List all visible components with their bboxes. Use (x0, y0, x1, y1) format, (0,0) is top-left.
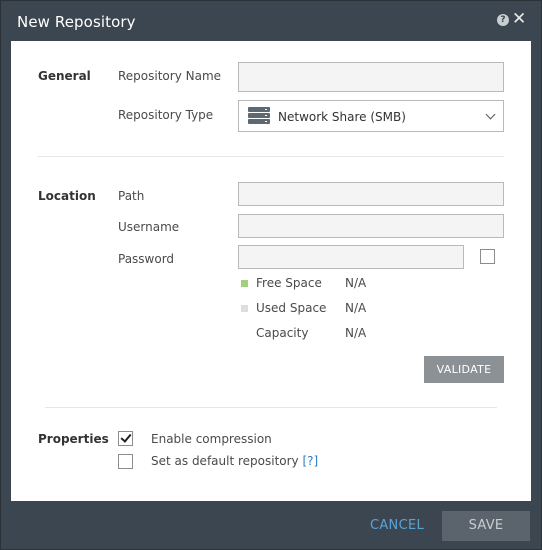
default-repository-help-link[interactable]: [?] (302, 454, 318, 468)
repository-type-select[interactable]: Network Share (SMB) (238, 100, 504, 132)
general-section-title: General (38, 69, 91, 83)
free-space-value: N/A (345, 276, 367, 290)
close-icon[interactable]: ✕ (512, 10, 526, 28)
chevron-down-icon (485, 109, 496, 120)
used-space-value: N/A (345, 301, 367, 315)
repository-type-value: Network Share (SMB) (278, 110, 406, 124)
used-space-label: Used Space (256, 301, 327, 315)
cancel-button[interactable]: CANCEL (361, 511, 433, 541)
server-icon (248, 107, 270, 125)
username-input[interactable] (238, 214, 504, 238)
dialog-title: New Repository (17, 13, 136, 31)
dialog-body: General Repository Name Repository Type … (11, 41, 531, 501)
repository-type-label: Repository Type (118, 108, 214, 122)
section-divider (38, 156, 504, 157)
enable-compression-checkbox[interactable] (118, 431, 133, 446)
default-repository-label-wrap: Set as default repository [?] (151, 454, 318, 468)
help-icon[interactable]: ? (497, 14, 509, 26)
capacity-label: Capacity (256, 326, 309, 340)
enable-compression-label: Enable compression (151, 432, 272, 446)
capacity-value: N/A (345, 326, 367, 340)
repository-name-label: Repository Name (118, 69, 222, 83)
location-section-title: Location (38, 189, 96, 203)
default-repository-label: Set as default repository (151, 454, 299, 468)
save-button[interactable]: SAVE (442, 511, 530, 541)
used-space-legend-icon (241, 305, 248, 312)
validate-button[interactable]: VALIDATE (424, 356, 504, 383)
repository-name-input[interactable] (238, 62, 504, 92)
username-label: Username (118, 220, 180, 234)
new-repository-dialog: New Repository ? ✕ General Repository Na… (0, 0, 542, 550)
properties-section-title: Properties (38, 432, 109, 446)
path-label: Path (118, 189, 145, 203)
free-space-legend-icon (241, 280, 248, 287)
free-space-label: Free Space (256, 276, 322, 290)
default-repository-checkbox[interactable] (118, 454, 133, 469)
dialog-titlebar: New Repository ? ✕ (1, 1, 541, 41)
password-input[interactable] (238, 245, 464, 269)
section-divider (45, 407, 497, 408)
show-password-checkbox[interactable] (480, 249, 495, 264)
path-input[interactable] (238, 182, 504, 206)
password-label: Password (118, 252, 175, 266)
